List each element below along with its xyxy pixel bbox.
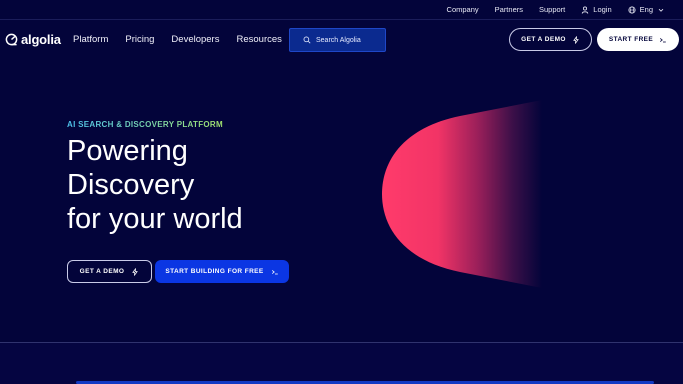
hero-graphic xyxy=(382,100,542,288)
start-building-button[interactable]: START BUILDING FOR FREE xyxy=(155,260,289,283)
hero-title: Powering Discovery for your world xyxy=(67,134,243,236)
nav-link-developers[interactable]: Developers xyxy=(171,34,219,45)
search-placeholder: Search Algolia xyxy=(316,36,361,44)
language-selector[interactable]: Eng xyxy=(628,5,665,14)
login-link[interactable]: Login xyxy=(581,5,612,14)
algolia-logo[interactable]: algolia xyxy=(5,32,61,47)
search-input[interactable]: Search Algolia xyxy=(289,28,386,52)
nav-link-pricing[interactable]: Pricing xyxy=(125,34,154,45)
hero-title-line: for your world xyxy=(67,203,243,235)
hero-eyebrow: AI SEARCH & DISCOVERY PLATFORM xyxy=(67,120,223,129)
get-demo-label: GET A DEMO xyxy=(79,268,125,275)
language-label: Eng xyxy=(639,5,653,14)
lightning-icon xyxy=(132,267,138,276)
nav-link-resources[interactable]: Resources xyxy=(236,34,281,45)
company-link[interactable]: Company xyxy=(447,5,479,14)
globe-icon xyxy=(628,5,636,14)
support-link[interactable]: Support xyxy=(539,5,565,14)
next-section xyxy=(0,343,683,384)
search-icon xyxy=(303,36,311,44)
nav-link-platform[interactable]: Platform xyxy=(73,34,108,45)
login-label: Login xyxy=(593,5,612,14)
start-free-label: START FREE xyxy=(608,36,654,43)
algolia-logo-icon xyxy=(5,33,18,46)
get-demo-label: GET A DEMO xyxy=(521,36,566,43)
main-nav: algolia Platform Pricing Developers Reso… xyxy=(0,20,683,60)
hero-title-line: Discovery xyxy=(67,169,195,201)
start-building-label: START BUILDING FOR FREE xyxy=(165,268,264,275)
user-icon xyxy=(582,6,589,14)
start-free-button[interactable]: START FREE xyxy=(597,28,679,51)
partners-link[interactable]: Partners xyxy=(495,5,523,14)
lightning-icon xyxy=(573,35,579,44)
get-demo-button-nav[interactable]: GET A DEMO xyxy=(509,28,592,51)
hero-title-line: Powering xyxy=(67,135,188,167)
utility-bar: Company Partners Support Login Eng xyxy=(0,0,683,20)
chevron-down-icon xyxy=(658,8,664,12)
logo-text: algolia xyxy=(21,32,61,47)
terminal-icon xyxy=(271,269,278,274)
nav-links: Platform Pricing Developers Resources xyxy=(73,34,282,45)
get-demo-button-hero[interactable]: GET A DEMO xyxy=(67,260,152,283)
terminal-icon xyxy=(660,37,666,42)
